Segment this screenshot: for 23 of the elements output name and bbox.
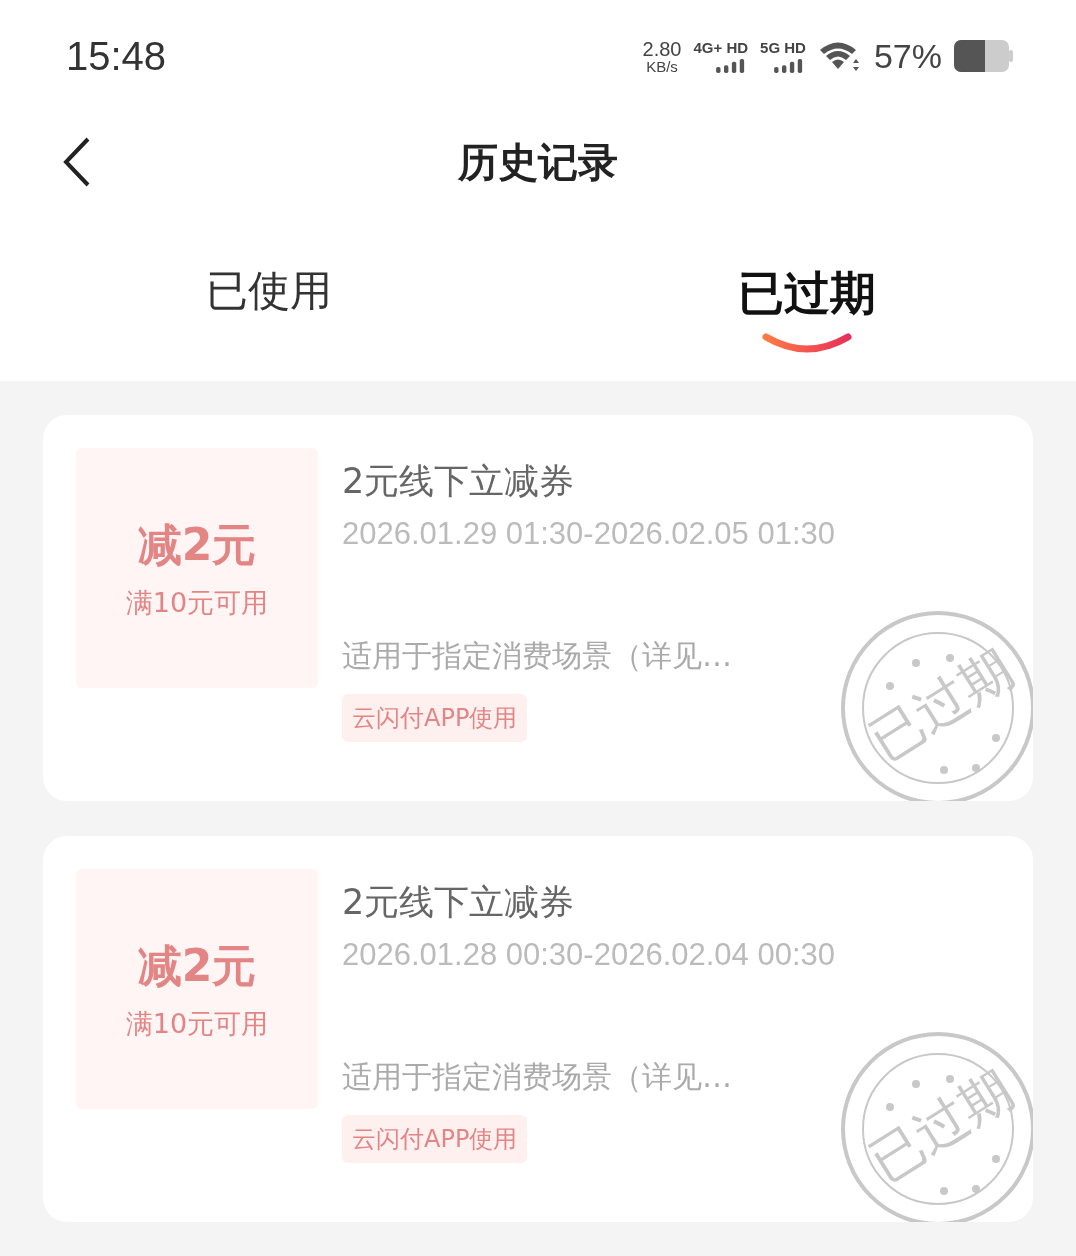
usage-scope: 适用于指定消费场景（详见… <box>342 1058 733 1096</box>
battery-icon <box>954 40 1014 73</box>
coupon-title: 2元线下立减券 <box>342 881 576 924</box>
network-label: 4G+ HD <box>693 39 749 57</box>
speed-unit: KB/s <box>646 58 678 74</box>
network-speed: 2.80 <box>642 38 682 59</box>
network-label: 5G HD <box>760 39 806 57</box>
battery-percent: 57% <box>873 36 942 76</box>
coupon-title: 2元线下立减券 <box>342 460 576 503</box>
tab[interactable]: 已使用 <box>0 211 538 381</box>
discount-amount: 减2元 <box>137 938 257 993</box>
back-icon <box>62 137 92 187</box>
validity-period: 2026.01.29 01:30-2026.02.05 01:30 <box>342 516 835 553</box>
usage-scope: 适用于指定消费场景（详见… <box>342 637 733 675</box>
tab[interactable]: 已过期 <box>538 211 1076 381</box>
validity-period: 2026.01.28 00:30-2026.02.04 00:30 <box>342 937 835 974</box>
usage-condition: 满10元可用 <box>125 1006 269 1041</box>
usage-tag: 云闪付APP使用 <box>342 694 528 742</box>
discount-amount: 减2元 <box>137 517 257 572</box>
page-title: 历史记录 <box>458 137 618 187</box>
usage-condition: 满10元可用 <box>125 585 269 620</box>
usage-tag: 云闪付APP使用 <box>342 1115 528 1163</box>
clock-time: 15:48 <box>66 33 167 79</box>
